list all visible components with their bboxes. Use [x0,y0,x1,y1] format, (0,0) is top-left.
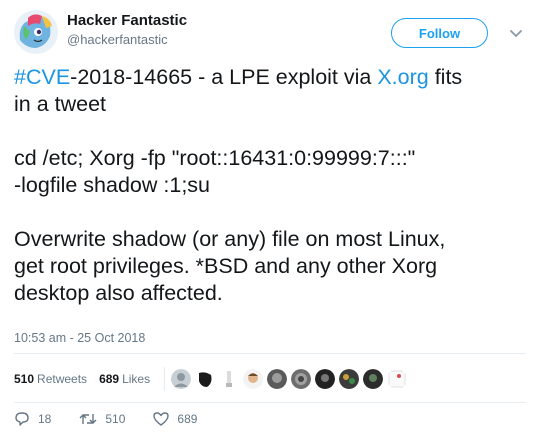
tweet-text-body: fits in a tweet cd /etc; Xorg -fp "root:… [14,65,463,305]
tweet-header: Hacker Fantastic @hackerfantastic Follow [14,10,526,54]
divider [14,402,526,403]
liker-avatar[interactable] [243,369,264,389]
retweet-count: 510 [105,412,126,426]
likes-count: 689 [99,372,120,386]
author-display-name[interactable]: Hacker Fantastic [67,11,187,31]
pony-avatar-icon [14,10,58,54]
follow-button[interactable]: Follow [391,18,488,48]
chevron-down-icon[interactable] [506,23,526,43]
retweets-label: Retweets [37,372,88,386]
liker-avatar[interactable] [291,369,312,389]
stats-divider [164,367,166,391]
retweets-count: 510 [14,372,35,386]
liker-avatar[interactable] [219,369,239,389]
like-button[interactable]: 689 [153,411,197,427]
reply-icon [15,412,29,426]
xorg-link[interactable]: X.org [377,65,428,89]
liker-avatar[interactable] [171,369,192,389]
reply-button[interactable]: 18 [14,411,51,427]
likes-label: Likes [122,372,151,386]
liker-avatar[interactable] [363,369,384,389]
liker-avatar[interactable] [195,369,216,389]
liker-avatar[interactable] [387,369,407,389]
like-count: 689 [177,412,198,426]
tweet-text-part: -2018-14665 - a LPE exploit via [70,65,378,89]
likes-stat[interactable]: 689 Likes [99,372,150,386]
retweet-button[interactable]: 510 [79,411,125,427]
liker-avatars [171,369,411,389]
liker-avatar[interactable] [315,369,336,389]
author-avatar[interactable] [14,10,58,54]
liker-avatar[interactable] [267,369,288,389]
retweets-stat[interactable]: 510 Retweets [14,372,87,386]
retweet-icon [79,414,97,424]
author-handle[interactable]: @hackerfantastic [67,31,187,49]
hashtag-link[interactable]: #CVE [14,65,70,89]
heart-icon [153,412,170,426]
reply-count: 18 [38,412,52,426]
liker-avatar[interactable] [339,369,360,389]
engagement-stats: 510 Retweets 689 Likes [14,361,411,397]
tweet-actions: 18 510 689 [14,411,225,427]
tweet-timestamp[interactable]: 10:53 am - 25 Oct 2018 [14,331,145,345]
divider [14,353,526,354]
tweet-text: #CVE-2018-14665 - a LPE exploit via X.or… [14,64,526,307]
